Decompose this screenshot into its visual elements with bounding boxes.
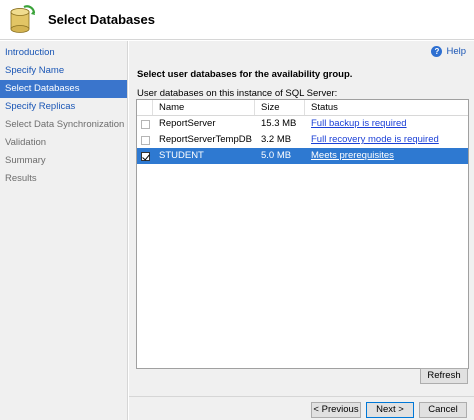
- grid-label: User databases on this instance of SQL S…: [137, 88, 338, 99]
- row-checkbox-checked[interactable]: [140, 151, 150, 161]
- wizard-header: Select Databases: [0, 0, 474, 40]
- row-status-link[interactable]: Full backup is required: [311, 118, 407, 129]
- column-header-status[interactable]: Status: [305, 100, 468, 115]
- help-icon: ?: [431, 46, 443, 57]
- help-label: Help: [446, 46, 466, 57]
- page-title: Select Databases: [48, 12, 155, 27]
- row-status-link[interactable]: Meets prerequisites: [311, 150, 394, 161]
- row-size: 15.3 MB: [261, 118, 297, 129]
- help-link[interactable]: ? Help: [431, 46, 466, 57]
- wizard-nav: Introduction Specify Name Select Databas…: [0, 41, 128, 420]
- sidebar-item-specify-replicas[interactable]: Specify Replicas: [0, 98, 127, 116]
- table-row-selected[interactable]: STUDENT 5.0 MB Meets prerequisites: [137, 148, 468, 164]
- databases-grid: Name Size Status ReportServer 15.3 MB Fu…: [136, 99, 469, 369]
- table-row[interactable]: ReportServer 15.3 MB Full backup is requ…: [137, 116, 468, 132]
- row-checkbox[interactable]: [140, 119, 150, 129]
- sidebar-item-summary: Summary: [5, 155, 46, 166]
- column-header-checkbox[interactable]: [137, 100, 153, 115]
- sidebar-item-validation: Validation: [5, 137, 47, 148]
- row-status-link[interactable]: Full recovery mode is required: [311, 134, 439, 145]
- column-header-size[interactable]: Size: [255, 100, 305, 115]
- wizard-footer: < Previous Next > Cancel: [129, 396, 474, 420]
- next-button[interactable]: Next >: [366, 402, 414, 418]
- database-refresh-icon: [10, 5, 36, 33]
- sidebar-item-results: Results: [5, 173, 37, 184]
- row-checkbox[interactable]: [140, 135, 150, 145]
- sidebar-item-specify-name[interactable]: Specify Name: [0, 62, 127, 80]
- table-row[interactable]: ReportServerTempDB 3.2 MB Full recovery …: [137, 132, 468, 148]
- cancel-button[interactable]: Cancel: [419, 402, 467, 418]
- instruction-text: Select user databases for the availabili…: [137, 69, 353, 80]
- refresh-button[interactable]: Refresh: [420, 368, 468, 384]
- sidebar-item-select-data-synchronization: Select Data Synchronization: [5, 119, 125, 130]
- previous-button[interactable]: < Previous: [311, 402, 361, 418]
- main-panel: ? Help Select user databases for the ava…: [129, 41, 474, 396]
- row-name: ReportServerTempDB: [159, 134, 252, 145]
- grid-header: Name Size Status: [137, 100, 468, 116]
- row-name: ReportServer: [159, 118, 216, 129]
- sidebar-item-select-databases[interactable]: Select Databases: [0, 80, 127, 98]
- column-header-name[interactable]: Name: [153, 100, 255, 115]
- sidebar-item-introduction[interactable]: Introduction: [0, 44, 127, 62]
- row-size: 5.0 MB: [261, 150, 292, 161]
- row-size: 3.2 MB: [261, 134, 292, 145]
- row-name: STUDENT: [159, 150, 204, 161]
